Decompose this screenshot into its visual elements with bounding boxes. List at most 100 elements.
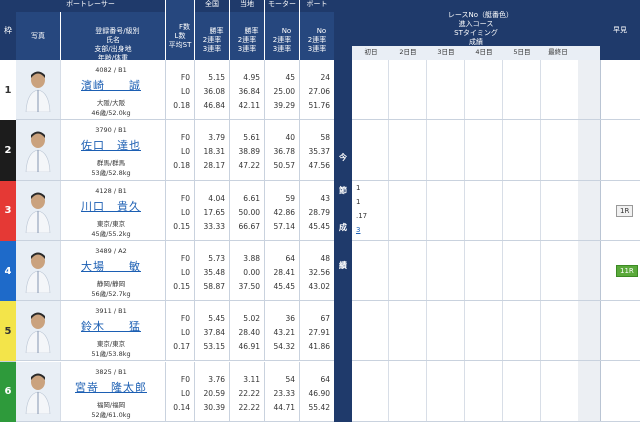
stat-line-1: 36 [285,314,295,324]
stat-cell: 5.45 37.84 53.15 [195,301,229,360]
racer-name-link[interactable]: 宮嵜 隆太郎 [61,379,161,395]
racer-name-link[interactable]: 大場 敏 [61,258,161,274]
hayami-badge[interactable]: 1R [616,204,634,217]
result-row [352,181,640,241]
stat-cell: 24 27.06 51.76 [300,60,334,119]
stat-line-2: 27.06 [308,87,330,96]
stat-line-3: 51.76 [308,101,330,110]
stat-cell: F0 L0 0.18 [166,60,194,119]
stat-line-3: 46.84 [203,101,225,110]
racer-photo [16,301,61,361]
header-racer-sub: 登録番号/級別 氏名 支部/出身地 年齢/体重 [61,12,165,62]
stat-line-1: 3.76 [208,374,225,384]
stat-line-2: 17.65 [203,207,225,217]
result-cell: 1 [356,183,361,192]
stat-line-2: 25.00 [273,87,295,96]
racer-info: 4082 / B1 濱崎 誠大阪/大阪 46歳/52.0kg [61,60,161,119]
racer-photo [16,180,61,240]
stat-line-1: 3.88 [243,253,260,263]
stat-line-1: 24 [320,73,330,82]
stat-line-2: 20.59 [203,388,225,398]
stat-line-2: 18.31 [203,147,225,157]
stat-line-3: 28.17 [203,161,225,171]
hayami-badge[interactable]: 11R [616,264,638,277]
stat-cell: 36 43.21 54.32 [265,301,299,360]
stat-line-3: 44.71 [273,402,295,412]
stat-cell: 67 27.91 41.86 [300,301,334,360]
result-cell[interactable]: 3 [356,226,360,234]
stat-line-1: F0 [180,253,190,263]
header-fl-st-label: F数 L数 平均ST [168,23,192,49]
header-racer-sub-label: 登録番号/級別 氏名 支部/出身地 年齢/体重 [94,27,140,62]
konsetsu-char-4: 績 [339,261,347,270]
stat-line-1: 6.61 [243,193,260,203]
header-zenkoku-top: 全国 [195,0,229,12]
racer-age-weight: 51歳/53.8kg [91,350,131,359]
stat-cell: F0 L0 0.18 [166,120,194,179]
stat-line-3: 0.18 [173,101,190,110]
stat-line-3: 47.56 [308,161,330,171]
stat-cell: 45 25.00 39.29 [265,60,299,119]
stat-line-2: L0 [181,388,190,398]
stat-line-1: 5.02 [243,314,260,324]
waku-number: 5 [0,301,16,363]
stat-line-3: 46.91 [238,342,260,352]
waku-number: 3 [0,180,16,242]
stat-line-2: 35.37 [308,147,330,157]
konsetsu-bar [334,0,352,422]
stat-cell: 3.11 22.22 22.22 [230,362,264,421]
result-cell: .17 [356,211,368,220]
stat-line-1: 67 [320,314,330,324]
konsetsu-char-1: 今 [339,153,347,162]
stat-line-3: 0.17 [173,342,190,352]
stat-line-1: 5.45 [208,314,225,324]
stat-line-3: 55.42 [308,402,330,412]
stat-line-3: 22.22 [238,402,260,412]
header-photo-label: 写真 [31,31,45,40]
stat-line-1: 45 [285,73,295,82]
stat-line-2: L0 [181,207,190,217]
stat-line-1: 43 [320,193,330,203]
day-header-3: 3日目 [437,48,455,56]
race-entry-table: 枠 写真 ボートレーサー 登録番号/級別 氏名 支部/出身地 年齢/体重 F数 … [0,0,640,422]
racer-branch: 静岡/静岡 [96,279,126,288]
stat-line-2: 36.78 [273,147,295,157]
result-row [352,120,640,181]
header-touchi-top: 当地 [230,0,264,12]
stat-line-3: 53.15 [203,342,225,352]
racer-reg: 3790 / B1 [95,126,127,135]
stat-line-1: 48 [320,253,330,263]
racer-age-weight: 45歳/55.2kg [91,229,131,238]
stat-cell: 64 28.41 45.45 [265,241,299,300]
header-motor: No 2連率 3連率 [265,12,299,60]
stat-cell: F0 L0 0.15 [166,241,194,300]
racer-name-link[interactable]: 川口 貴久 [61,198,161,214]
racer-branch: 群馬/群馬 [96,159,126,168]
stat-line-2: 37.84 [203,328,225,338]
racer-info: 3825 / B1 宮嵜 隆太郎 福岡/福岡 52歳/61.0kg [61,362,161,421]
header-race-no: レースNo（艇番色） 進入コース STタイミング 成績 [352,0,600,46]
racer-name-link[interactable]: 鈴木 猛 [61,318,161,334]
stat-line-3: 58.87 [203,281,225,291]
header-boat: No 2連率 3連率 [300,12,334,60]
stat-line-1: F0 [180,314,190,324]
avatar [25,131,51,173]
stat-cell: 5.61 38.89 47.22 [230,120,264,179]
racer-name-link[interactable]: 濱崎 誠 [61,77,161,93]
header-hayami: 早見 [600,0,640,60]
stat-line-3: 50.57 [273,161,295,171]
header-touchi-top-label: 当地 [240,0,254,8]
stat-line-3: 57.14 [273,221,295,231]
racer-name-link[interactable]: 佐口 達也 [61,137,161,153]
header-racer-group-label: ボートレーサー [66,0,115,8]
stat-cell: 5.02 28.40 46.91 [230,301,264,360]
day-header-6: 最終日 [548,48,568,56]
racer-row: 4082 / B1 濱崎 誠大阪/大阪 46歳/52.0kg F0 L0 0.18 5.15… [16,60,334,121]
stat-line-1: 54 [285,374,295,384]
stat-line-3: 37.50 [238,281,260,291]
stat-cell: F0 L0 0.17 [166,301,194,360]
racer-info: 3911 / B1 鈴木 猛東京/東京 51歳/53.8kg [61,301,161,360]
stat-line-2: L0 [181,147,190,157]
stat-cell: 64 46.90 55.42 [300,362,334,421]
stat-line-1: F0 [180,73,190,82]
